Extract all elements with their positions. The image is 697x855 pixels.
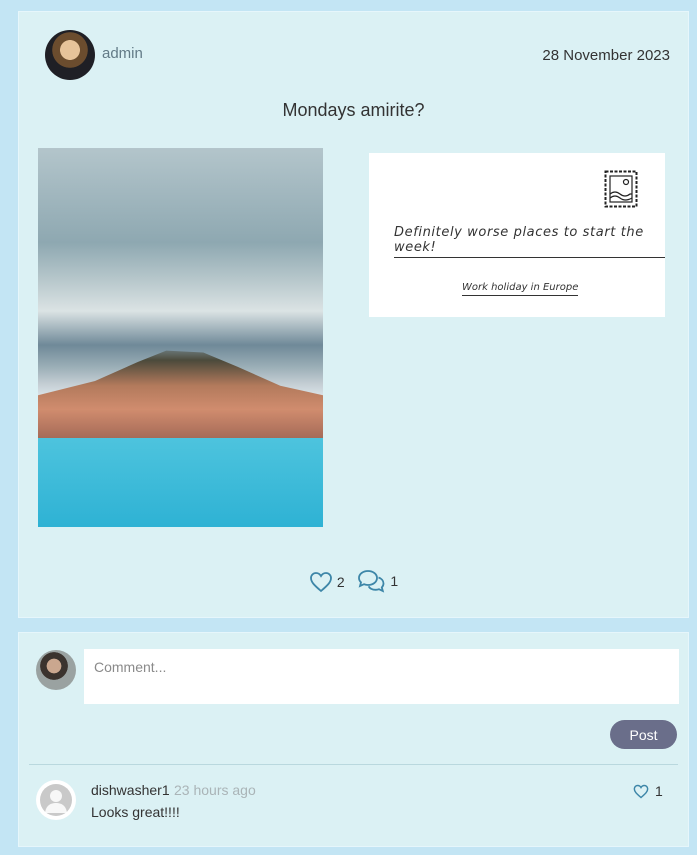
author-avatar[interactable] (45, 30, 95, 80)
divider (29, 764, 678, 765)
comment-author[interactable]: dishwasher1 (91, 782, 170, 798)
post-comment-button[interactable]: Post (610, 720, 677, 749)
coastal-town-image (38, 350, 323, 438)
postage-stamp-icon (604, 170, 638, 208)
comments-section: Post dishwasher1 23 hours ago Looks grea… (18, 632, 689, 847)
heart-icon (633, 784, 649, 798)
postcard: Definitely worse places to start the wee… (369, 153, 665, 317)
post-author[interactable]: admin (102, 45, 143, 62)
post-title: Mondays amirite? (282, 100, 425, 120)
post-date: 28 November 2023 (542, 47, 670, 64)
commenter-avatar[interactable] (36, 780, 76, 820)
post-card: admin 28 November 2023 Mondays amirite? … (18, 11, 689, 618)
comment-like-button[interactable]: 1 (633, 783, 663, 799)
post-reactions: 2 1 (19, 569, 688, 596)
comments-button[interactable]: 1 (356, 569, 398, 593)
current-user-avatar[interactable] (36, 650, 76, 690)
like-button[interactable]: 2 (309, 571, 345, 593)
comment-time: 23 hours ago (174, 782, 256, 798)
like-count: 2 (336, 574, 345, 590)
default-user-icon (40, 784, 72, 816)
postcard-message: Definitely worse places to start the wee… (394, 225, 665, 258)
post-photo (38, 148, 323, 527)
comment-input[interactable] (84, 649, 679, 704)
chat-bubbles-icon (358, 570, 385, 593)
comment-count: 1 (390, 573, 399, 589)
heart-icon (309, 572, 332, 593)
postcard-caption: Work holiday in Europe (462, 282, 579, 296)
comment-body: Looks great!!!! (91, 804, 180, 820)
comment-like-count: 1 (655, 783, 663, 799)
